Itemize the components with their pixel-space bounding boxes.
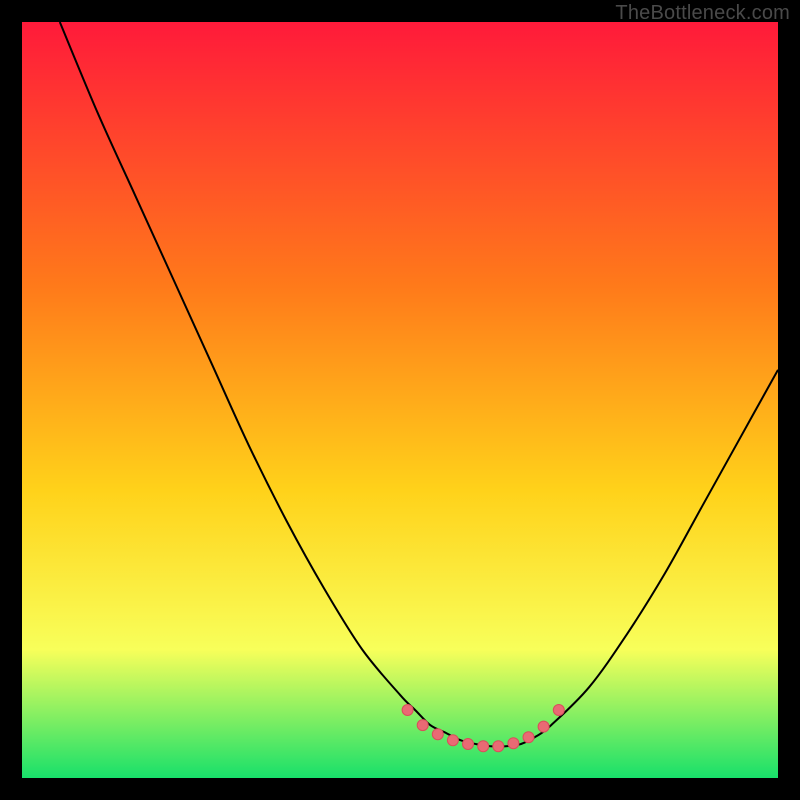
chart-frame (22, 22, 778, 778)
chart-background (22, 22, 778, 778)
curve-marker (553, 705, 564, 716)
curve-marker (508, 738, 519, 749)
curve-marker (417, 720, 428, 731)
curve-marker (402, 705, 413, 716)
curve-marker (523, 732, 534, 743)
curve-marker (538, 721, 549, 732)
curve-marker (463, 739, 474, 750)
curve-marker (447, 735, 458, 746)
curve-marker (493, 741, 504, 752)
curve-marker (478, 741, 489, 752)
watermark-text: TheBottleneck.com (615, 2, 790, 25)
bottleneck-chart (22, 22, 778, 778)
curve-marker (432, 729, 443, 740)
